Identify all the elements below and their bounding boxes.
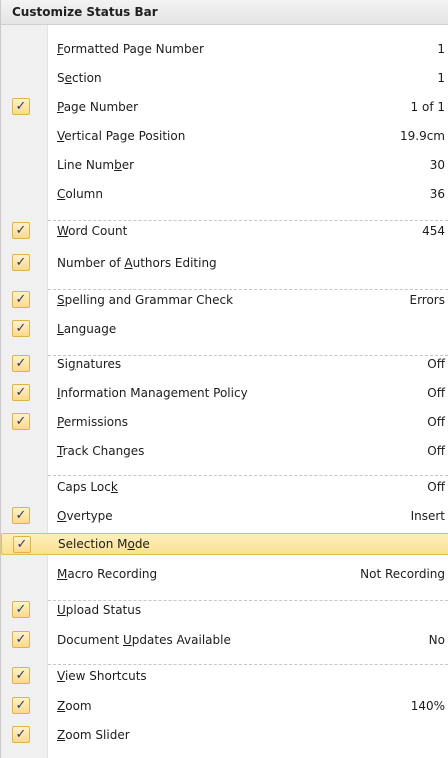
menu-item-label: Formatted Page Number [57,42,204,56]
menu-item-track-changes[interactable]: Track Changes Off [1,440,448,462]
menu-item-vertical-page-position[interactable]: Vertical Page Position 19.9cm [1,125,448,147]
menu-item-label: Spelling and Grammar Check [57,293,234,307]
checkmark-icon: ✓ [12,222,30,239]
menu-item-zoom[interactable]: ✓ Zoom 140% [1,695,448,717]
menu-item-selection-mode[interactable]: ✓ Selection Mode [1,533,448,555]
menu-item-formatted-page-number[interactable]: Formatted Page Number 1 [1,38,448,60]
menu-item-value: 1 [437,42,445,56]
menu-item-label: View Shortcuts [57,669,147,683]
menu-item-zoom-slider[interactable]: ✓ Zoom Slider [1,724,448,746]
menu-item-overtype[interactable]: ✓ Overtype Insert [1,505,448,527]
checkmark-icon: ✓ [12,601,30,618]
checkmark-icon: ✓ [12,384,30,401]
menu-item-value: Off [427,386,445,400]
checkmark-icon: ✓ [12,98,30,115]
menu-item-label: Selection Mode [58,537,150,551]
menu-item-label: Number of Authors Editing [57,256,217,270]
menu-item-information-management-policy[interactable]: ✓ Information Management Policy Off [1,382,448,404]
menu-item-language[interactable]: ✓ Language [1,318,448,340]
menu-item-macro-recording[interactable]: Macro Recording Not Recording [1,563,448,585]
menu-item-caps-lock[interactable]: Caps Lock Off [1,476,448,498]
menu-item-spelling-and-grammar-check[interactable]: ✓ Spelling and Grammar Check Errors [1,289,448,311]
menu-item-value: Insert [410,509,445,523]
menu-item-line-number[interactable]: Line Number 30 [1,154,448,176]
menu-item-upload-status[interactable]: ✓ Upload Status [1,599,448,621]
menu-item-number-of-authors-editing[interactable]: ✓ Number of Authors Editing [1,252,448,274]
menu-item-label: Caps Lock [57,480,118,494]
checkmark-icon: ✓ [12,320,30,337]
menu-item-column[interactable]: Column 36 [1,183,448,205]
menu-item-label: Overtype [57,509,113,523]
menu-item-value: 30 [429,158,445,172]
checkmark-icon: ✓ [12,726,30,743]
menu-title: Customize Status Bar [1,0,448,25]
checkmark-icon: ✓ [12,413,30,430]
checkmark-icon: ✓ [13,536,31,553]
menu-item-value: Off [427,415,445,429]
menu-item-signatures[interactable]: ✓ Signatures Off [1,353,448,375]
customize-status-bar-menu: Customize Status Bar Formatted Page Numb… [0,0,448,758]
menu-item-label: Zoom Slider [57,728,130,742]
menu-item-value: Errors [409,293,445,307]
menu-item-label: Information Management Policy [57,386,248,400]
menu-item-document-updates-available[interactable]: ✓ Document Updates Available No [1,629,448,651]
menu-item-label: Document Updates Available [57,633,231,647]
menu-item-value: Off [427,444,445,458]
checkmark-icon: ✓ [12,355,30,372]
menu-item-label: Macro Recording [57,567,158,581]
menu-item-value: 1 of 1 [410,100,445,114]
menu-item-value: 36 [429,187,445,201]
menu-item-view-shortcuts[interactable]: ✓ View Shortcuts [1,665,448,687]
checkmark-icon: ✓ [12,631,30,648]
menu-item-label: Word Count [57,224,128,238]
menu-item-label: Language [57,322,117,336]
menu-item-word-count[interactable]: ✓ Word Count 454 [1,220,448,242]
menu-item-value: Off [427,357,445,371]
menu-item-label: Zoom [57,699,92,713]
menu-item-value: 19.9cm [399,129,445,143]
menu-item-section[interactable]: Section 1 [1,67,448,89]
menu-item-label: Signatures [57,357,122,371]
menu-item-label: Upload Status [57,603,142,617]
menu-item-label: Permissions [57,415,128,429]
menu-item-label: Page Number [57,100,139,114]
menu-item-label: Vertical Page Position [57,129,186,143]
menu-item-value: 1 [437,71,445,85]
menu-item-value: Off [427,480,445,494]
menu-item-label: Line Number [57,158,135,172]
checkmark-icon: ✓ [12,291,30,308]
checkmark-icon: ✓ [12,254,30,271]
menu-item-permissions[interactable]: ✓ Permissions Off [1,411,448,433]
menu-item-label: Section [57,71,102,85]
menu-item-value: No [428,633,445,647]
menu-item-value: 140% [410,699,445,713]
menu-item-value: 454 [422,224,445,238]
menu-item-value: Not Recording [360,567,445,581]
checkmark-icon: ✓ [12,697,30,714]
menu-item-label: Column [57,187,103,201]
menu-item-label: Track Changes [57,444,145,458]
checkmark-icon: ✓ [12,667,30,684]
checkmark-icon: ✓ [12,507,30,524]
menu-item-page-number[interactable]: ✓ Page Number 1 of 1 [1,96,448,118]
